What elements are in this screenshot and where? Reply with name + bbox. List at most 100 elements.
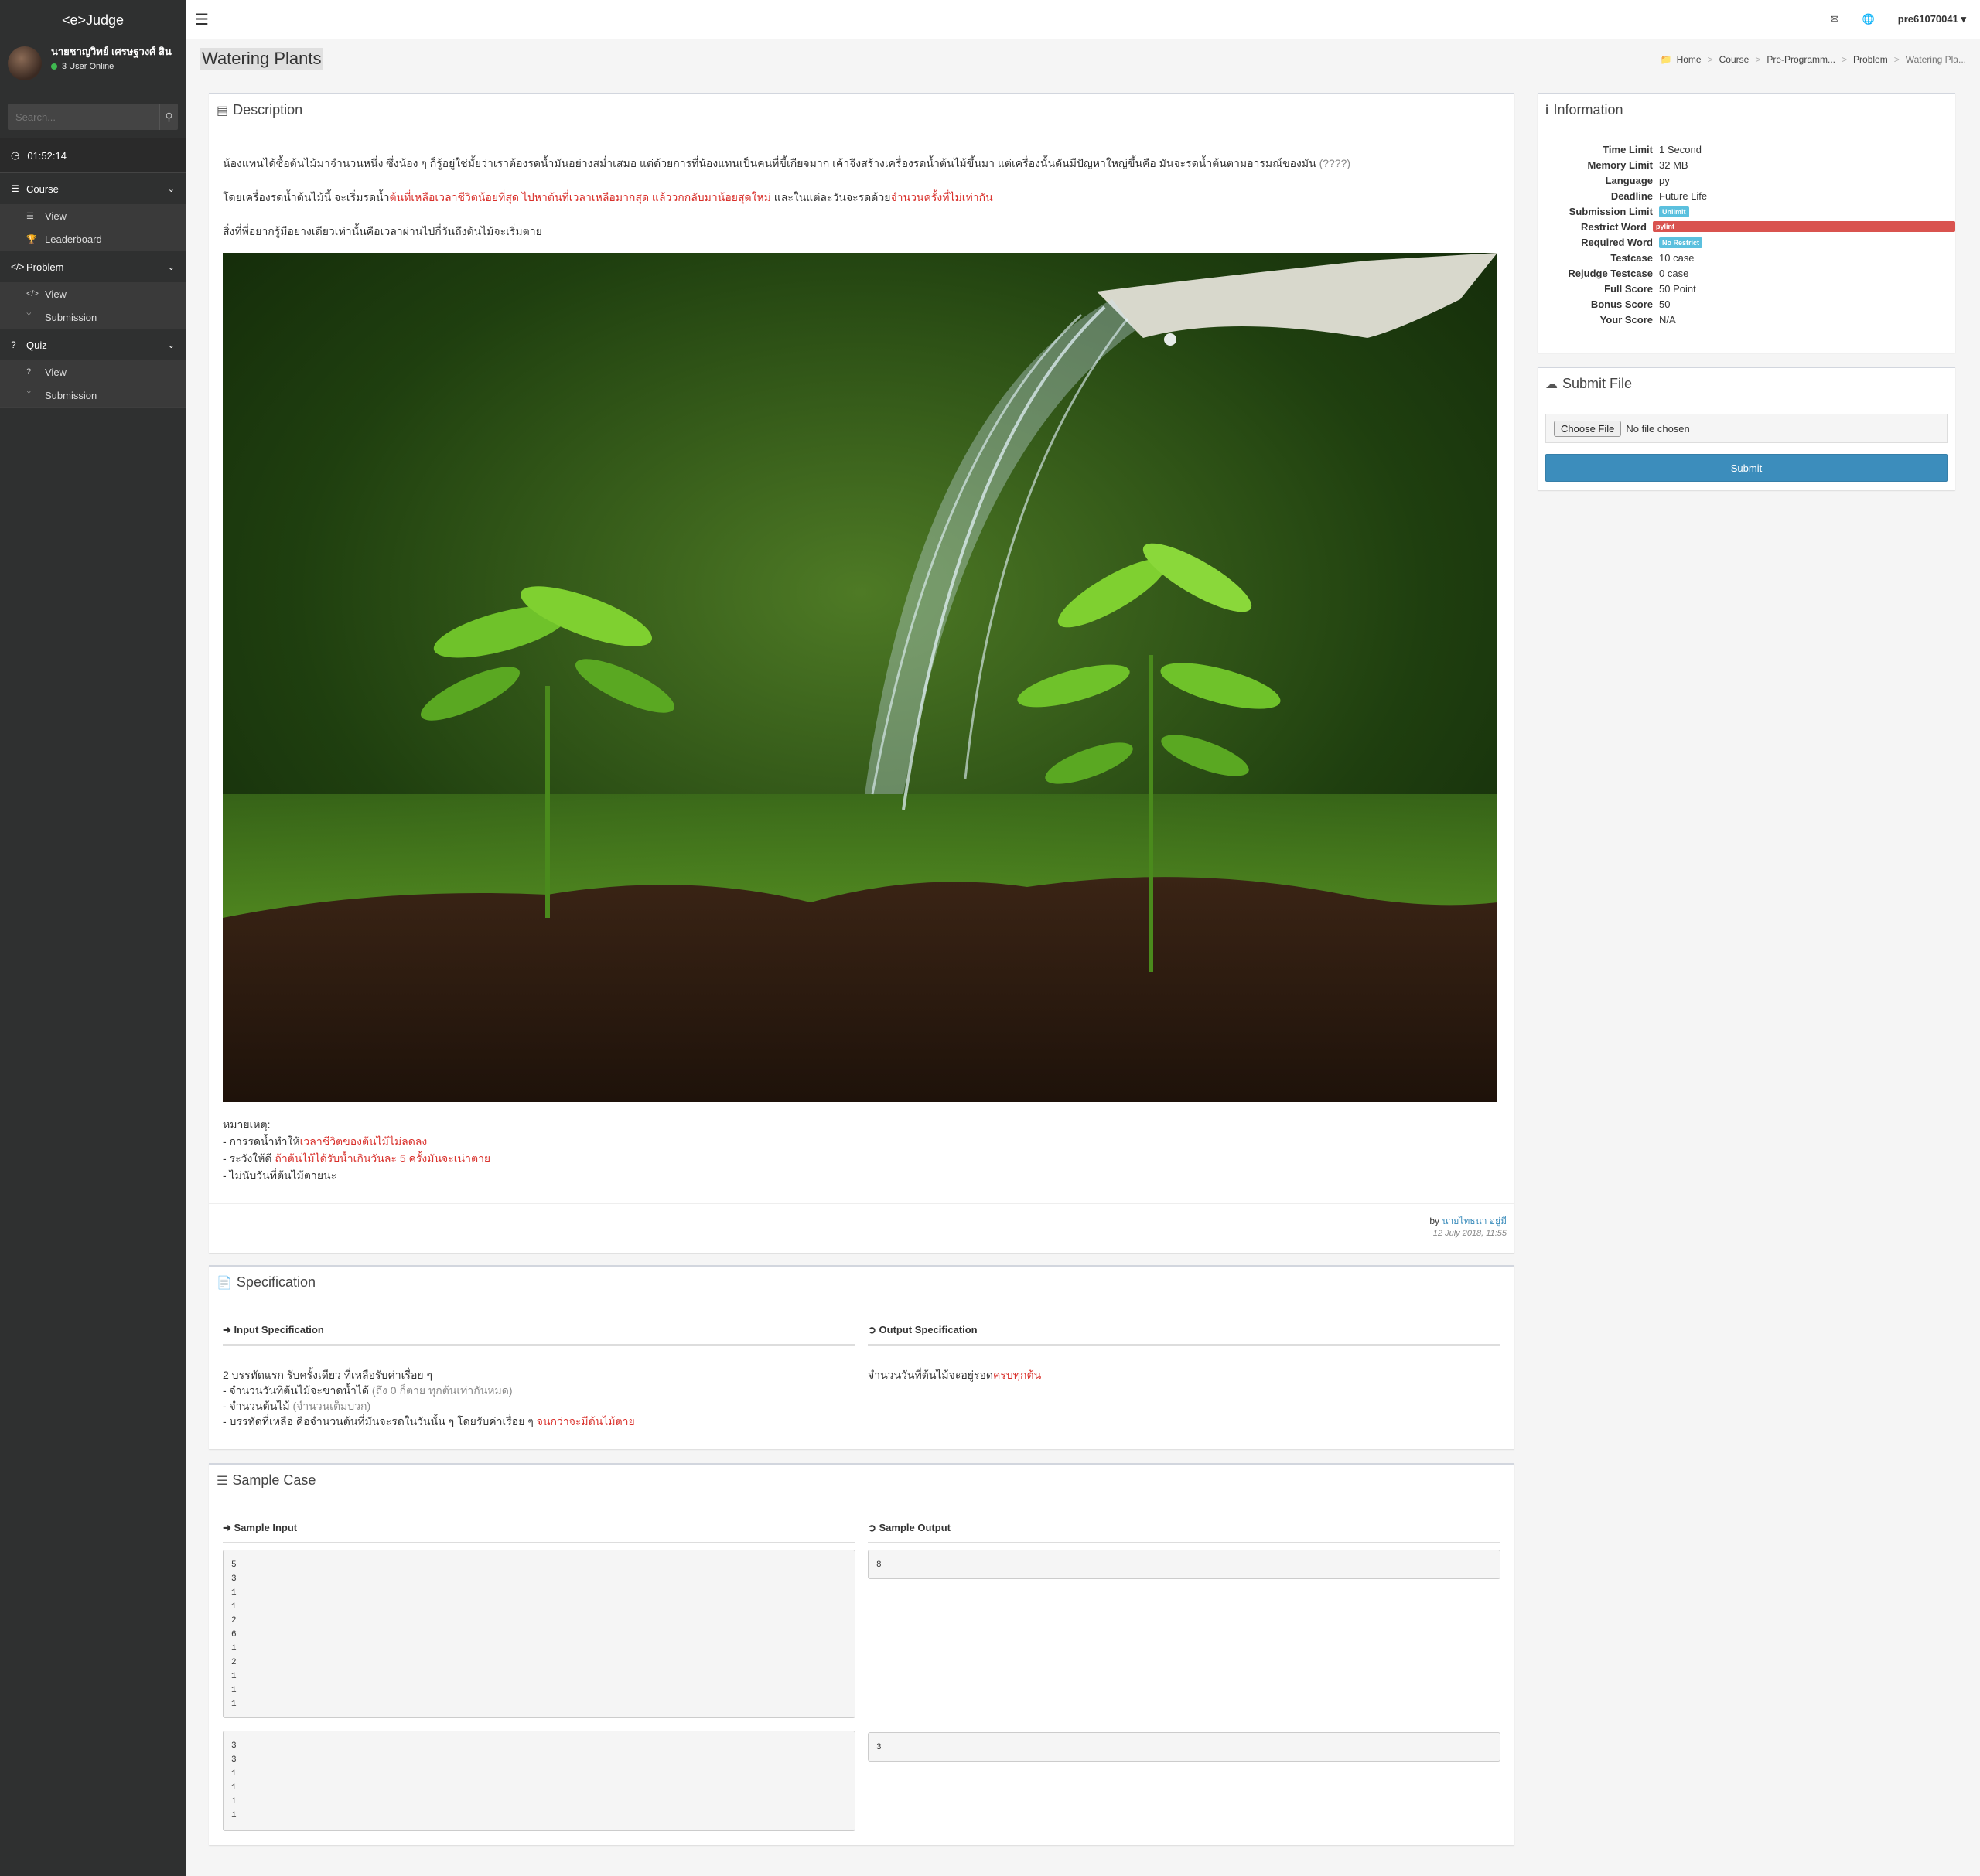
watering-plants-image <box>223 253 1497 1102</box>
submit-button[interactable]: Submit <box>1545 454 1948 482</box>
nav-quiz-view[interactable]: ? View <box>0 360 186 384</box>
breadcrumb-course[interactable]: Course <box>1719 54 1750 65</box>
out-a: จำนวนวันที่ต้นไม้จะอยู่รอด <box>868 1369 994 1381</box>
timer: ◷ 01:52:14 <box>0 138 186 173</box>
user-dropdown[interactable]: pre61070041 ▾ <box>1898 13 1966 26</box>
submit-file-panel: ☁ Submit File Choose File No file chosen … <box>1538 367 1955 490</box>
user-name: นายชาญวิทย์ เศรษฐวงศ์ สิน <box>51 46 172 57</box>
trophy-icon: 🏆 <box>26 234 37 244</box>
mail-icon[interactable]: ✉ <box>1831 13 1839 26</box>
sample-input-heading: ➜ Sample Input <box>223 1522 855 1543</box>
info-value: 0 case <box>1659 267 1689 279</box>
info-row-language: Language py <box>1545 172 1955 188</box>
restrict-word-badge: pylint <box>1653 221 1955 232</box>
search-input[interactable] <box>8 104 159 130</box>
globe-icon[interactable]: 🌐 <box>1862 13 1875 26</box>
specification-panel: 📄 Specification ➜ Input Specification 2 บ… <box>209 1265 1514 1449</box>
sign-in-icon: ➜ <box>223 1522 234 1533</box>
info-row-time-limit: Time Limit 1 Second <box>1545 142 1955 157</box>
sample-output-2[interactable]: 3 <box>868 1732 1500 1762</box>
branch-icon: ᛉ <box>26 391 32 400</box>
nav-course-leaderboard[interactable]: 🏆 Leaderboard <box>0 227 186 251</box>
note-1-b: เวลาชีวิตของต้นไม้ไม่ลดลง <box>299 1135 428 1148</box>
nav-quiz[interactable]: ? Quiz ⌄ <box>0 329 186 360</box>
desc-p2-d: จำนวนครั้งที่ไม่เท่ากัน <box>890 191 993 203</box>
question-icon: ? <box>26 367 32 377</box>
output-spec-text: จำนวนวันที่ต้นไม้จะอยู่รอดครบทุกต้น <box>868 1367 1500 1383</box>
input-spec-line-4: - บรรทัดที่เหลือ คือจำนวนต้นที่มันจะรดใน… <box>223 1414 855 1429</box>
sign-out-icon: ➲ <box>868 1522 879 1533</box>
description-paragraph-2: โดยเครื่องรดน้ำต้นไม้นี้ จะเริ่มรดน้ำต้น… <box>223 189 1500 205</box>
divider <box>209 1203 1514 1204</box>
topbar: ☰ ✉ 🌐 pre61070041 ▾ <box>186 0 1980 39</box>
nav-item-label: View <box>45 288 67 300</box>
sample-output-1[interactable]: 8 <box>868 1550 1500 1579</box>
note-2-b: ถ้าต้นไม้ได้รับน้ำเกินวันละ 5 ครั้งมันจะ… <box>275 1152 491 1165</box>
list-icon: ☰ <box>26 211 34 221</box>
search-button[interactable]: ⚲ <box>159 104 178 130</box>
nav-course[interactable]: ☰ Course ⌄ <box>0 173 186 204</box>
in2-b: (ถึง 0 ก็ตาย ทุกต้นเท่ากันหมด) <box>371 1384 513 1397</box>
info-key: Testcase <box>1610 251 1653 264</box>
nav-problem-label: Problem <box>26 261 64 273</box>
in2-a: - จำนวนวันที่ต้นไม้จะขาดน้ำได้ <box>223 1384 372 1397</box>
info-table: Time Limit 1 Second Memory Limit 32 MB Lan… <box>1545 142 1955 327</box>
search-icon: ⚲ <box>165 110 173 123</box>
input-spec-line-2: - จำนวนวันที่ต้นไม้จะขาดน้ำได้ (ถึง 0 ก็… <box>223 1383 855 1398</box>
sample-input-2[interactable]: 3 3 1 1 1 1 <box>223 1731 855 1831</box>
submit-file-title: Submit File <box>1562 376 1633 391</box>
input-spec-line-1: 2 บรรทัดแรก รับครั้งเดียว ที่เหลือรับค่า… <box>223 1369 432 1381</box>
info-row-deadline: Deadline Future Life <box>1545 188 1955 203</box>
plant-illustration <box>223 253 1497 1102</box>
input-spec-heading: ➜ Input Specification <box>223 1324 855 1346</box>
nav-problem-view[interactable]: </> View <box>0 282 186 305</box>
brand-logo[interactable]: <e>Judge <box>0 0 186 40</box>
no-file-label: No file chosen <box>1626 422 1690 435</box>
output-spec-label: Output Specification <box>879 1324 978 1335</box>
nav-course-view[interactable]: ☰ View <box>0 204 186 227</box>
note-2-a: - ระวังให้ดี <box>223 1152 275 1165</box>
code-icon: </> <box>11 261 25 272</box>
author-link[interactable]: นายไทธนา อยู่มี <box>1442 1216 1507 1226</box>
breadcrumb-preprogramming[interactable]: Pre-Programm... <box>1767 54 1835 65</box>
out-b: ครบทุกต้น <box>993 1369 1042 1381</box>
info-value: 50 Point <box>1659 282 1696 295</box>
question-icon: ? <box>11 339 16 350</box>
sign-out-icon: ➲ <box>868 1324 879 1335</box>
note-2: - ระวังให้ดี ถ้าต้นไม้ได้รับน้ำเกินวันละ… <box>223 1150 1500 1167</box>
breadcrumb-home[interactable]: Home <box>1677 54 1702 65</box>
timer-value: 01:52:14 <box>27 149 67 162</box>
byline: by นายไทธนา อยู่มี 12 July 2018, 11:55 <box>1429 1214 1507 1238</box>
output-spec-heading: ➲ Output Specification <box>868 1324 1500 1346</box>
info-icon: i <box>1545 103 1549 117</box>
nav-item-label: View <box>45 366 67 378</box>
info-value: py <box>1659 174 1670 186</box>
sample-input-1[interactable]: 5 3 1 1 2 6 1 2 1 1 1 <box>223 1550 855 1718</box>
info-row-memory-limit: Memory Limit 32 MB <box>1545 157 1955 172</box>
nav-item-label: Submission <box>45 389 97 401</box>
desc-p2-c: และในแต่ละวันจะรดด้วย <box>770 191 891 203</box>
list-ol-icon: ☰ <box>217 1474 228 1488</box>
nav-problem-submission[interactable]: ᛉ Submission <box>0 305 186 329</box>
sidebar-search: ⚲ <box>8 104 178 130</box>
info-key: Your Score <box>1599 313 1653 326</box>
info-key: Full Score <box>1604 282 1653 295</box>
nav-item-label: Leaderboard <box>45 233 102 245</box>
submission-limit-badge: Unlimit <box>1659 206 1689 217</box>
hamburger-menu-icon[interactable]: ☰ <box>195 10 218 29</box>
list-icon: ☰ <box>11 183 19 194</box>
info-row-testcase: Testcase 10 case <box>1545 250 1955 265</box>
user-panel: นายชาญวิทย์ เศรษฐวงศ์ สิน 3 User Online <box>0 40 186 97</box>
in4-b: จนกว่าจะมีต้นไม้ตาย <box>536 1415 635 1427</box>
nav-group-quiz: ? Quiz ⌄ ? View ᛉ Submission <box>0 329 186 408</box>
nav-quiz-submission[interactable]: ᛉ Submission <box>0 384 186 407</box>
page-title: Watering Plants <box>200 48 324 70</box>
choose-file-button[interactable]: Choose File <box>1554 420 1622 437</box>
sample-output-label: Sample Output <box>879 1522 951 1533</box>
nav-problem[interactable]: </> Problem ⌄ <box>0 251 186 282</box>
breadcrumb-problem[interactable]: Problem <box>1853 54 1888 65</box>
description-paragraph-1: น้องแทนได้ซื้อต้นไม้มาจำนวนหนึ่ง ซึ่งน้อ… <box>223 155 1500 171</box>
nav-item-label: Submission <box>45 311 97 323</box>
in3-a: - จำนวนต้นไม้ <box>223 1400 293 1412</box>
nav-item-label: View <box>45 210 67 222</box>
